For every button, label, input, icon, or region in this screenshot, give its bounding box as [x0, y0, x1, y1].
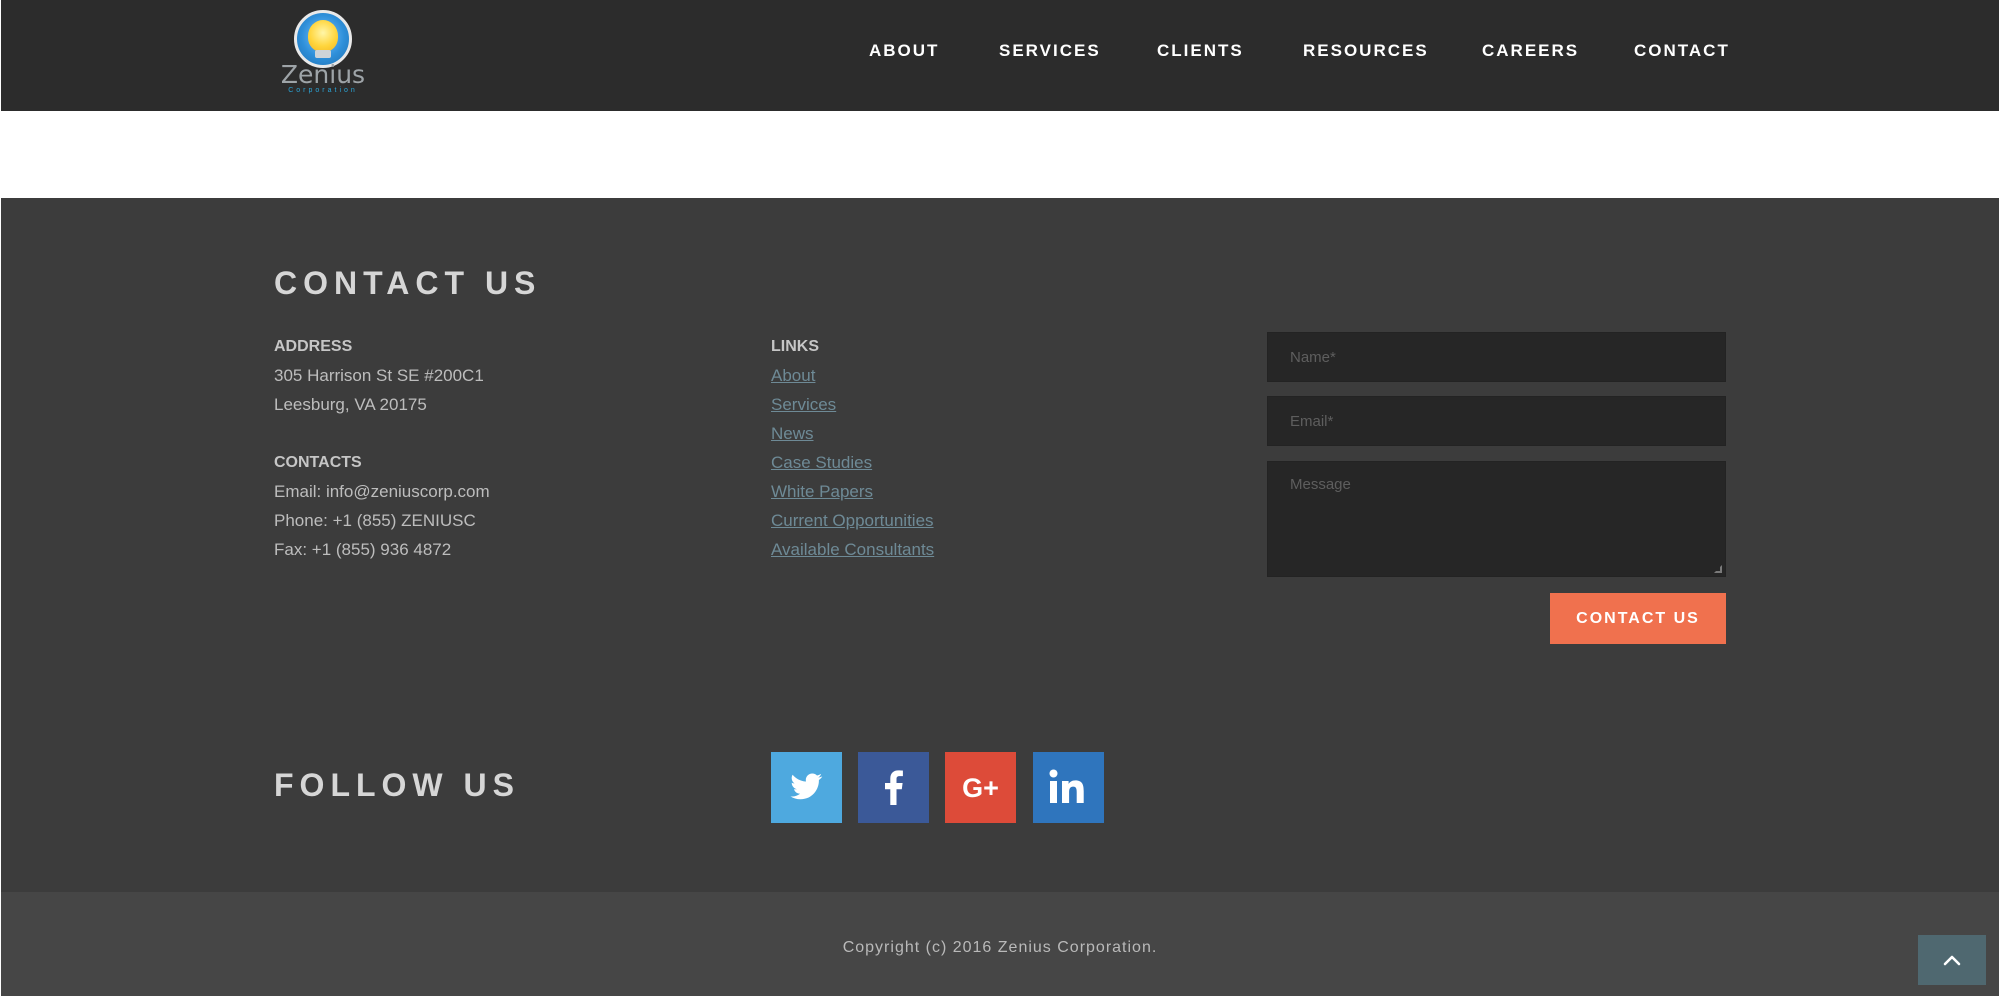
contact-phone: Phone: +1 (855) ZENIUSC: [274, 511, 476, 530]
chevron-up-icon: [1943, 955, 1961, 966]
nav-careers[interactable]: CAREERS: [1482, 41, 1579, 61]
contacts-heading: CONTACTS: [274, 454, 362, 471]
copyright-text: Copyright (c) 2016 Zenius Corporation.: [842, 939, 1158, 956]
nav-services[interactable]: SERVICES: [999, 41, 1101, 61]
nav-contact[interactable]: CONTACT: [1634, 41, 1730, 61]
footer-link-news[interactable]: News: [771, 424, 814, 444]
google-plus-icon: G+: [945, 752, 1016, 823]
footer-link-white-papers[interactable]: White Papers: [771, 482, 873, 502]
contact-email: Email: info@zeniuscorp.com: [274, 482, 490, 501]
contact-fax: Fax: +1 (855) 936 4872: [274, 540, 452, 559]
linkedin-button[interactable]: [1033, 752, 1104, 823]
message-field[interactable]: Message: [1267, 461, 1726, 577]
footer-link-about[interactable]: About: [771, 366, 815, 386]
address-heading: ADDRESS: [274, 338, 353, 355]
nav-clients[interactable]: CLIENTS: [1157, 41, 1244, 61]
back-to-top-button[interactable]: [1918, 935, 1986, 985]
site-header: Zenius Corporation ABOUT SERVICES CLIENT…: [1, 0, 1999, 111]
footer-link-current-opportunities[interactable]: Current Opportunities: [771, 511, 934, 531]
footer-link-available-consultants[interactable]: Available Consultants: [771, 540, 934, 560]
svg-text:G+: G+: [962, 773, 999, 803]
links-heading: LINKS: [771, 338, 819, 355]
contact-submit-button[interactable]: CONTACT US: [1550, 593, 1726, 644]
address-line-2: Leesburg, VA 20175: [274, 395, 427, 414]
name-field[interactable]: Name*: [1267, 332, 1726, 382]
twitter-icon: [771, 752, 842, 823]
message-placeholder: Message: [1290, 476, 1351, 493]
email-field[interactable]: Email*: [1267, 396, 1726, 446]
main-nav: ABOUT SERVICES CLIENTS RESOURCES CAREERS…: [1, 41, 1999, 61]
resize-handle-icon[interactable]: [1714, 565, 1722, 573]
footer-bottom-bar: Copyright (c) 2016 Zenius Corporation.: [1, 892, 1999, 996]
footer-link-services[interactable]: Services: [771, 395, 836, 415]
footer-link-case-studies[interactable]: Case Studies: [771, 453, 872, 473]
twitter-button[interactable]: [771, 752, 842, 823]
nav-about[interactable]: ABOUT: [869, 41, 939, 61]
facebook-button[interactable]: [858, 752, 929, 823]
follow-title: FOLLOW US: [274, 767, 520, 803]
google-plus-button[interactable]: G+: [945, 752, 1016, 823]
content-spacer: [1, 111, 1999, 198]
logo-tagline: Corporation: [288, 87, 358, 94]
contact-title: CONTACT US: [274, 265, 542, 301]
address-line-1: 305 Harrison St SE #200C1: [274, 366, 484, 385]
linkedin-icon: [1033, 752, 1104, 823]
nav-resources[interactable]: RESOURCES: [1303, 41, 1429, 61]
facebook-icon: [858, 752, 929, 823]
logo-wordmark: Zenius: [280, 60, 366, 89]
